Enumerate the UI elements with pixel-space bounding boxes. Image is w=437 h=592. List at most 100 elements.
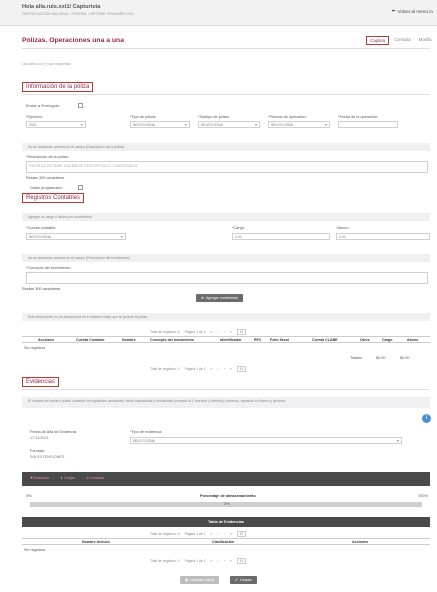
examinar-button[interactable]: ✚ Examinar	[30, 476, 49, 480]
cargar-button[interactable]: ⬆ Cargar	[60, 476, 75, 480]
gasto-programado-checkbox[interactable]	[78, 185, 83, 190]
pager-prev-icon[interactable]: ‹	[217, 330, 218, 334]
formato-value: SIN EXTENSIONES	[30, 455, 65, 459]
gasto-programado-label: Gasto programado:	[30, 186, 63, 190]
pager-last-icon[interactable]: »	[230, 330, 232, 334]
pager-size-select[interactable]: 10	[236, 531, 247, 537]
col-rfc: RFC	[254, 338, 262, 342]
pager-next-icon[interactable]: ›	[224, 532, 225, 536]
evidencias-table-header: Nombre Archivo Clasificación Acciones	[22, 538, 430, 545]
abono-input[interactable]: 0.00	[336, 233, 430, 240]
col-abono: Abono	[407, 338, 419, 342]
tipo-poliza-label: *Tipo de póliza:	[130, 115, 157, 119]
tab-bar: Captura Consulta Modific	[366, 36, 435, 45]
movimientos-table-header: Acciones Cuenta Contable Nombre Concepto…	[22, 336, 430, 343]
agregar-movimiento-button[interactable]: ⊕ Agregar movimiento	[196, 294, 244, 302]
cuenta-contable-label: *Cuenta contable:	[26, 226, 57, 230]
pager-total: Total de registros: 0	[150, 532, 180, 536]
unsaved-info-banner: Esta información no se almacenará en el …	[22, 313, 430, 321]
back-to-menu-button[interactable]: ⬅ Volver al menú m	[392, 8, 433, 14]
filename-info-banner: El nombre del archivo puede contener los…	[22, 397, 430, 408]
accent-warning-banner: No se aceptarán acentos en el campo (Des…	[22, 143, 430, 151]
cancelar-label: Cancelar	[90, 476, 105, 480]
pager-next-icon[interactable]: ›	[224, 330, 225, 334]
subtipo-poliza-select[interactable]: SELECCIONA	[198, 121, 260, 128]
periodo-select[interactable]: SELECCIONA	[268, 121, 330, 128]
guardar-poliza-button[interactable]: ▣ Guardar póliza	[180, 576, 219, 584]
total-cargo: $0.00	[376, 356, 386, 360]
ejercicio-select[interactable]: 2021	[26, 121, 86, 128]
subtipo-poliza-label: *Subtipo de póliza:	[198, 115, 230, 119]
back-label: Volver al menú m	[397, 8, 434, 14]
plus-icon: ⊕	[201, 296, 205, 300]
pager-first-icon[interactable]: «	[211, 367, 213, 371]
col-cargo: Cargo	[382, 338, 393, 342]
evidencias-pager-bottom: Total de registros: 0 Página 1 de 1 « ‹ …	[150, 558, 247, 564]
pager-total: Total de registros: 0	[150, 559, 180, 563]
pager-prev-icon[interactable]: ‹	[217, 367, 218, 371]
guardar-poliza-label: Guardar póliza	[190, 578, 214, 582]
header-subtitle: PARTIDO ACCIÓN NACIONAL / FEDERAL / INFO…	[22, 12, 135, 16]
tipo-evidencia-label: *Tipo de evidencia:	[130, 430, 163, 434]
pager-prev-icon[interactable]: ‹	[217, 532, 218, 536]
pager-last-icon[interactable]: »	[230, 367, 232, 371]
pager-total: Total de registros: 0	[150, 330, 180, 334]
pager-first-icon[interactable]: «	[211, 532, 213, 536]
concepto-textarea[interactable]	[26, 272, 428, 284]
col-nombre-archivo: Nombre Archivo	[82, 540, 110, 544]
col-acciones: Acciones	[38, 338, 54, 342]
pager-first-icon[interactable]: «	[211, 559, 213, 563]
movimientos-empty: Sin registros	[24, 346, 46, 350]
progress-min-label: 0%	[26, 494, 32, 498]
tipo-evidencia-select[interactable]: SELECCIONA	[130, 437, 402, 444]
descripcion-remaining: Restan 300 caracteres.	[26, 176, 66, 180]
col-otros: Otros	[360, 338, 370, 342]
tab-modifica[interactable]: Modific	[416, 36, 435, 45]
pager-next-icon[interactable]: ›	[224, 367, 225, 371]
tab-consulta[interactable]: Consulta	[391, 36, 414, 45]
pager-page: Página 1 de 1	[184, 532, 206, 536]
section-registros-title: Registros Contables	[22, 193, 85, 203]
pager-next-icon[interactable]: ›	[224, 559, 225, 563]
evidencias-pager-top: Total de registros: 0 Página 1 de 1 « ‹ …	[150, 531, 247, 537]
back-arrow-icon: ⬅	[391, 8, 396, 13]
pager-last-icon[interactable]: »	[230, 532, 232, 536]
limpiar-button[interactable]: ✐ Limpiar	[230, 576, 257, 584]
tab-captura[interactable]: Captura	[366, 36, 390, 45]
cuenta-contable-select[interactable]: SELECCIONA	[26, 233, 126, 240]
pager-total: Total de registros: 0	[150, 367, 180, 371]
movimientos-pager-bottom: Total de registros: 0 Página 1 de 1 « ‹ …	[150, 366, 247, 372]
cargo-abono-banner: Agregar un cargo o abono por movimiento.	[22, 213, 430, 221]
pager-size-select[interactable]: 10	[236, 558, 247, 564]
col-cuenta-contable: Cuenta Contable	[76, 338, 105, 342]
eraser-icon: ✐	[235, 578, 239, 582]
divider	[22, 48, 430, 49]
fecha-evidencia-value: 17/11/2021	[30, 436, 49, 440]
section-poliza-title: Información de la póliza	[22, 82, 94, 92]
pager-size-select[interactable]: 10	[236, 329, 247, 335]
descripcion-textarea[interactable]: FAVOR DE ESCRIBIR UNA BREVE DESCRIPCIÓN …	[26, 161, 428, 173]
cargo-input[interactable]: 0.00	[232, 233, 330, 240]
col-acciones: Acciones	[352, 540, 368, 544]
tipo-poliza-select[interactable]: SELECCIONA	[130, 121, 190, 128]
enviar-prorrogoto-checkbox[interactable]	[78, 103, 83, 108]
pager-size-select[interactable]: 10	[236, 366, 247, 372]
cancelar-button[interactable]: ⊘ Cancelar	[86, 476, 104, 480]
divider	[22, 94, 430, 95]
pager-prev-icon[interactable]: ‹	[217, 559, 218, 563]
concepto-remaining: Restan 300 caracteres.	[22, 287, 62, 291]
fecha-operacion-input[interactable]	[338, 121, 398, 128]
fecha-operacion-label: *Fecha de la operación:	[338, 115, 379, 119]
pager-page: Página 1 de 1	[184, 367, 206, 371]
col-identificador: Identificador	[220, 338, 242, 342]
evidencias-toolbar: ✚ Examinar ⬆ Cargar ⊘ Cancelar	[22, 472, 430, 486]
progress-title: Porcentaje de almacenamiento	[200, 494, 256, 498]
pager-last-icon[interactable]: »	[230, 559, 232, 563]
concepto-label: *Concepto del movimiento:	[26, 266, 72, 270]
pager-page: Página 1 de 1	[184, 559, 206, 563]
examinar-label: Examinar	[34, 476, 50, 480]
col-nombre: Nombre	[122, 338, 136, 342]
pager-first-icon[interactable]: «	[211, 330, 213, 334]
movimientos-pager-top: Total de registros: 0 Página 1 de 1 « ‹ …	[150, 329, 247, 335]
cargar-label: Cargar	[64, 476, 76, 480]
